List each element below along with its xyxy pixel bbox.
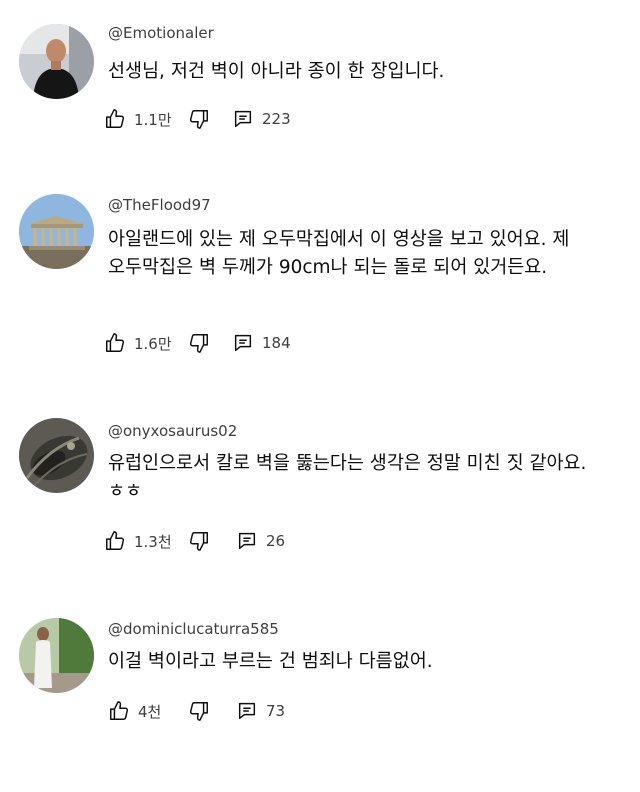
reply-button[interactable]: 223	[232, 106, 291, 132]
thumbs-down-icon	[189, 702, 208, 721]
comment-author-handle[interactable]: @onyxosaurus02	[108, 422, 237, 440]
avatar[interactable]	[19, 194, 94, 269]
parthenon-avatar-image	[19, 194, 94, 269]
reply-button[interactable]: 73	[236, 698, 285, 724]
dislike-button[interactable]	[188, 106, 210, 132]
person-avatar-image	[19, 24, 94, 99]
reply-button[interactable]: 184	[232, 330, 291, 356]
comment-actions: 1.3천 26	[104, 528, 504, 554]
like-count: 1.6만	[134, 334, 172, 353]
reply-button[interactable]: 26	[236, 528, 285, 554]
avatar[interactable]	[19, 618, 94, 693]
reply-icon	[234, 334, 252, 352]
avatar[interactable]	[19, 24, 94, 99]
reply-count: 26	[266, 532, 286, 550]
comment-author-handle[interactable]: @TheFlood97	[108, 196, 211, 214]
dislike-button[interactable]	[188, 330, 210, 356]
comment-actions: 4천 73	[104, 698, 504, 724]
thumbs-down-icon	[189, 532, 208, 551]
comment-author-handle[interactable]: @Emotionaler	[108, 24, 214, 42]
person-avatar-image	[19, 618, 94, 693]
dislike-button[interactable]	[188, 698, 210, 724]
thumbs-up-icon	[106, 109, 125, 128]
comment-actions: 1.6만 184	[104, 330, 504, 356]
reply-count: 184	[262, 334, 291, 352]
comment-text: 선생님, 저건 벽이 아니라 종이 한 장입니다.	[108, 61, 445, 82]
reply-count: 223	[262, 110, 291, 128]
like-count: 1.3천	[134, 532, 172, 551]
reply-count: 73	[266, 702, 286, 720]
like-count: 1.1만	[134, 110, 172, 129]
comment-text: 아일랜드에 있는 제 오두막집에서 이 영상을 보고 있어요. 제 오두막집은 …	[108, 229, 576, 278]
creature-avatar-image	[19, 418, 94, 493]
like-button[interactable]: 4천	[108, 698, 161, 724]
like-count: 4천	[138, 702, 162, 721]
thumbs-up-icon	[106, 333, 125, 352]
comment-text: 이걸 벽이라고 부르는 건 범죄나 다름없어.	[108, 651, 433, 672]
thumbs-up-icon	[106, 531, 125, 550]
thumbs-down-icon	[189, 334, 208, 353]
thumbs-up-icon	[110, 701, 129, 720]
thumbs-down-icon	[189, 110, 208, 129]
dislike-button[interactable]	[188, 528, 210, 554]
comment-actions: 1.1만 223	[104, 106, 504, 132]
avatar[interactable]	[19, 418, 94, 493]
reply-icon	[238, 702, 256, 720]
like-button[interactable]: 1.6만	[104, 330, 172, 356]
reply-icon	[234, 110, 252, 128]
reply-icon	[238, 532, 256, 550]
comment-text: 유럽인으로서 칼로 벽을 뚫는다는 생각은 정말 미친 짓 같아요. ㅎㅎ	[108, 453, 593, 502]
like-button[interactable]: 1.1만	[104, 106, 172, 132]
like-button[interactable]: 1.3천	[104, 528, 172, 554]
comment-author-handle[interactable]: @dominiclucaturra585	[108, 620, 279, 638]
